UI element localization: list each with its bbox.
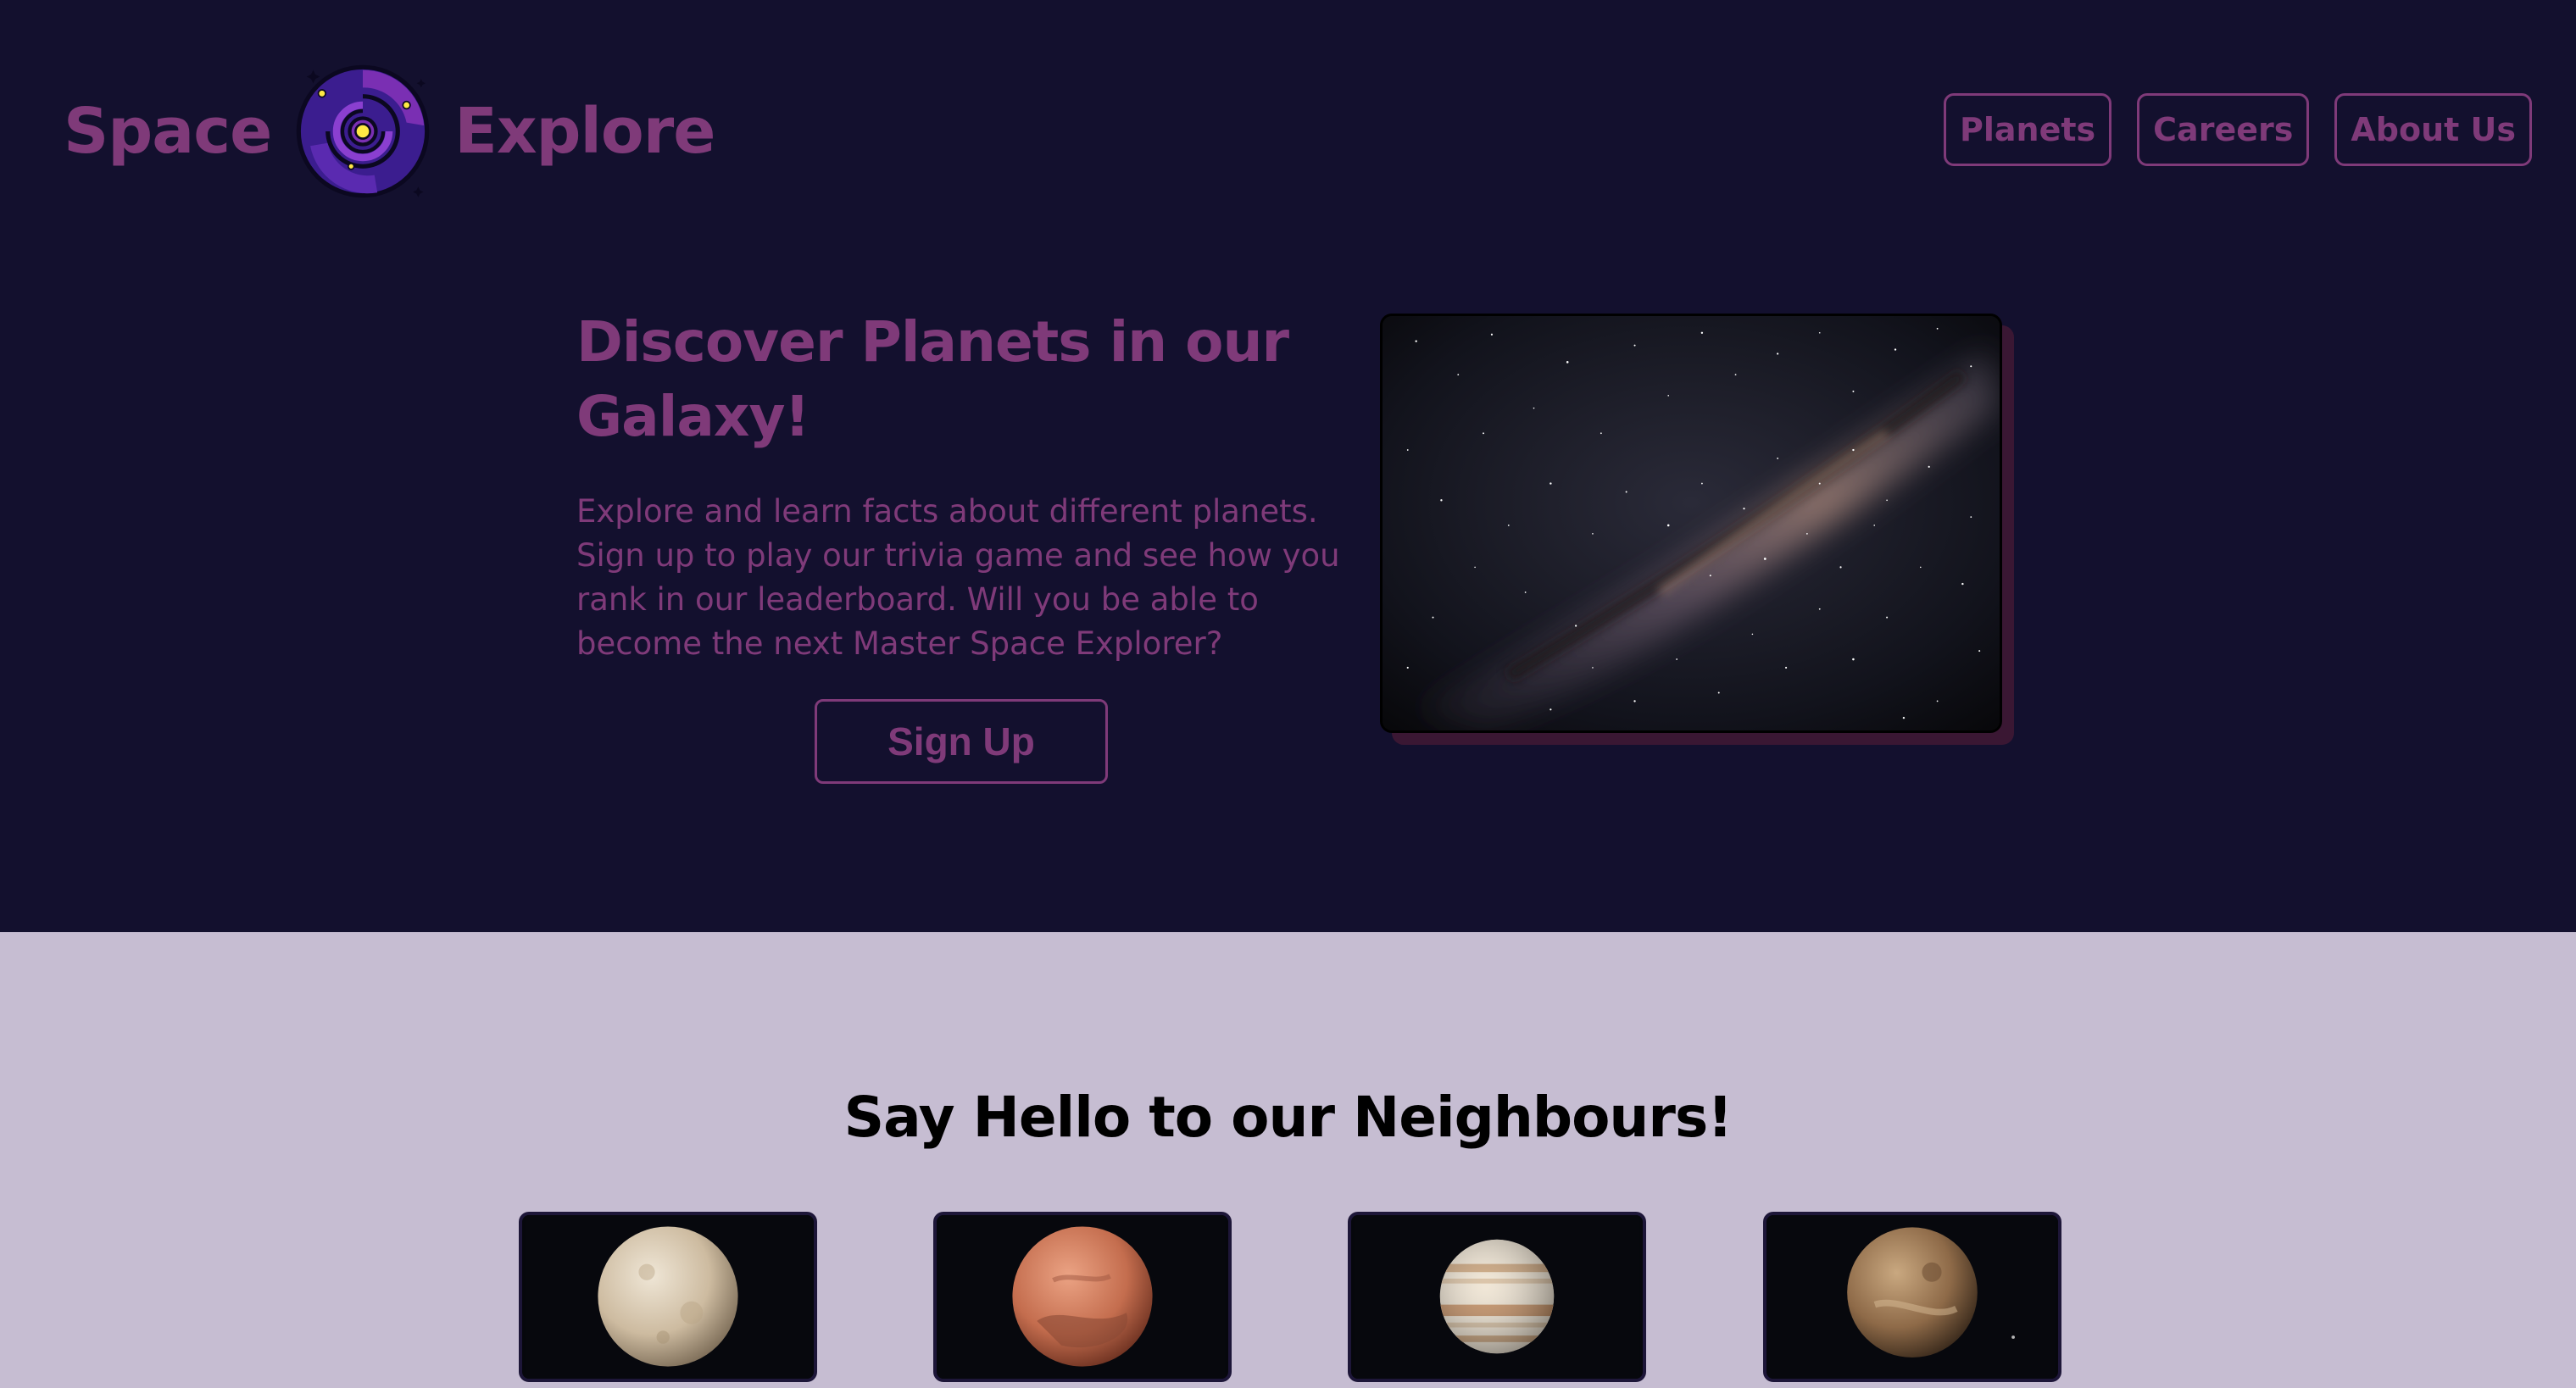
planet-card-jupiter[interactable] [1348,1212,1646,1382]
nav-planets-button[interactable]: Planets [1944,93,2112,166]
sign-up-button[interactable]: Sign Up [815,699,1108,784]
main-nav: Planets Careers About Us [1944,93,2532,166]
mars-image [939,1215,1226,1379]
galaxy-spiral-icon [297,64,430,198]
mercury-image [525,1215,811,1379]
brand-word-explore: Explore [454,95,715,168]
brand-word-space: Space [64,95,272,168]
nav-about-us-button[interactable]: About Us [2334,93,2532,166]
milky-way-image [1380,314,2002,733]
hero-title: Discover Planets in our Galaxy! [576,309,1289,449]
neighbours-title: Say Hello to our Neighbours! [843,1085,1733,1150]
hero-section: Space Explore Planets Careers About Us D… [0,0,2576,932]
nav-careers-button[interactable]: Careers [2137,93,2310,166]
planet-card-mercury[interactable] [519,1212,817,1382]
planet-card-pluto[interactable] [1763,1212,2061,1382]
hero-description: Explore and learn facts about different … [576,493,1340,662]
planet-card-mars[interactable] [933,1212,1232,1382]
brand-logo[interactable]: Space Explore [64,59,715,203]
jupiter-image [1354,1215,1640,1379]
pluto-image [1769,1215,2056,1379]
